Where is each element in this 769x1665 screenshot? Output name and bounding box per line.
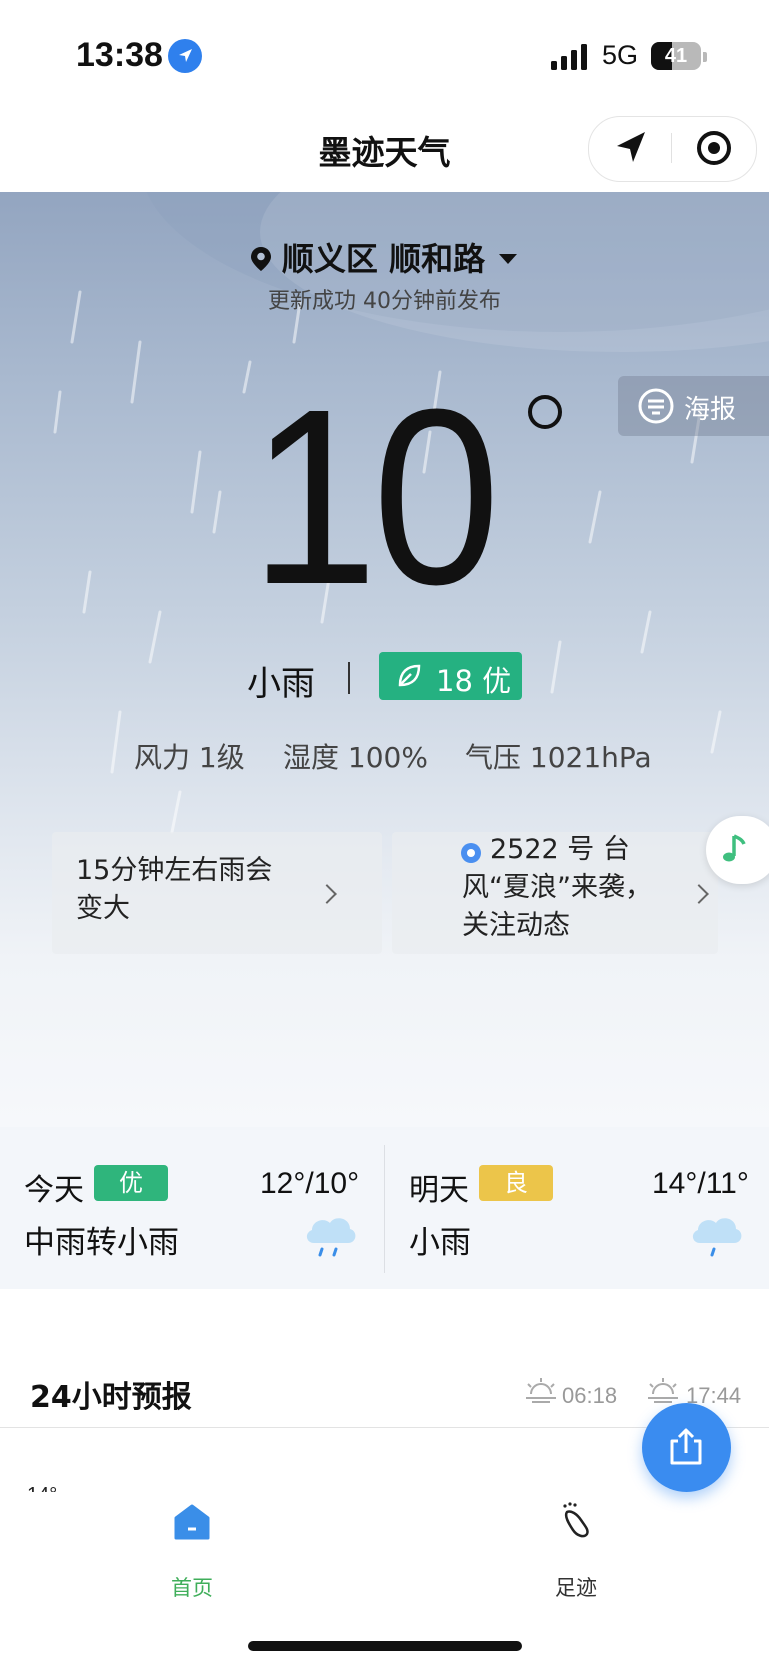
wind-metric: 风力 1级 (134, 741, 245, 774)
nav-footprint-label: 足迹 (555, 1576, 597, 1600)
nav-home[interactable]: 首页 (150, 1492, 234, 1600)
forecast-title: 24小时预报 (30, 1380, 192, 1415)
today-low: /10° (305, 1167, 360, 1200)
footprint-icon (563, 1502, 589, 1538)
today-temp-range: 12°/10° (260, 1167, 359, 1201)
capsule-divider (671, 133, 672, 163)
sunrise-icon (526, 1378, 556, 1403)
current-temperature: 10 (250, 357, 500, 636)
navigation-arrow-icon (617, 132, 645, 162)
tomorrow-high: 14° (652, 1167, 698, 1200)
locate-button[interactable] (605, 124, 657, 172)
close-program-button[interactable] (688, 124, 740, 172)
chevron-right-icon (689, 884, 709, 904)
poster-icon (638, 388, 674, 424)
bottom-navigation: 首页 足迹 (0, 1492, 769, 1665)
share-icon (670, 1428, 702, 1465)
tomorrow-temp-range: 14°/11° (652, 1167, 749, 1201)
rain-cloud-icon (306, 1218, 356, 1257)
location-selector[interactable]: 顺义区 顺和路 (0, 234, 769, 280)
rain-alert-card[interactable]: 15分钟左右雨会变大 (52, 832, 382, 954)
network-type: 5G (602, 40, 639, 70)
day-divider (384, 1145, 385, 1273)
location-name: 顺义区 顺和路 (281, 240, 486, 278)
location-services-icon (168, 39, 202, 73)
tomorrow-label: 明天 (409, 1173, 469, 1208)
signal-icon (551, 44, 591, 70)
nav-footprint[interactable]: 足迹 (534, 1492, 618, 1600)
tomorrow-aqi-badge: 良 (479, 1165, 553, 1201)
target-icon (697, 131, 731, 165)
battery-percent: 41 (664, 45, 688, 67)
degree-symbol (528, 395, 562, 429)
sunset-icon (648, 1378, 678, 1403)
pressure-metric: 气压 1021hPa (465, 741, 652, 774)
music-button[interactable] (706, 816, 769, 884)
location-pin-icon (250, 247, 271, 271)
tomorrow-low: /11° (697, 1167, 749, 1200)
nav-home-label: 首页 (171, 1576, 213, 1600)
sunrise-time: 06:18 (562, 1383, 618, 1408)
today-high: 12° (260, 1167, 306, 1200)
humidity-metric: 湿度 100% (283, 741, 428, 774)
condition-separator (348, 662, 350, 694)
home-indicator (248, 1641, 522, 1651)
battery-cap (703, 52, 707, 62)
update-note: 更新成功 40分钟前发布 (268, 289, 501, 314)
music-note-icon (723, 834, 746, 862)
share-button[interactable] (642, 1403, 731, 1492)
caret-down-icon (499, 254, 518, 264)
battery-icon: 41 (651, 42, 701, 70)
home-icon (174, 1504, 210, 1540)
poster-label: 海报 (684, 395, 737, 425)
today-condition: 中雨转小雨 (24, 1225, 179, 1261)
today-label: 今天 (24, 1173, 84, 1208)
typhoon-alert-text: 2522 号 台 风“夏浪”来袭，关注动态 (462, 834, 652, 941)
today-aqi-badge: 优 (94, 1165, 168, 1201)
leaf-icon (398, 664, 421, 687)
aqi-value: 18 优 (436, 664, 512, 698)
rain-alert-text: 15分钟左右雨会变大 (76, 855, 273, 924)
chevron-right-icon (317, 884, 337, 904)
typhoon-alert-card[interactable]: 2522 号 台 风“夏浪”来袭，关注动态 (392, 832, 718, 954)
status-time: 13:38 (76, 36, 163, 74)
current-condition: 小雨 (247, 664, 315, 704)
tomorrow-condition: 小雨 (409, 1225, 471, 1261)
rain-cloud-icon (692, 1218, 742, 1257)
